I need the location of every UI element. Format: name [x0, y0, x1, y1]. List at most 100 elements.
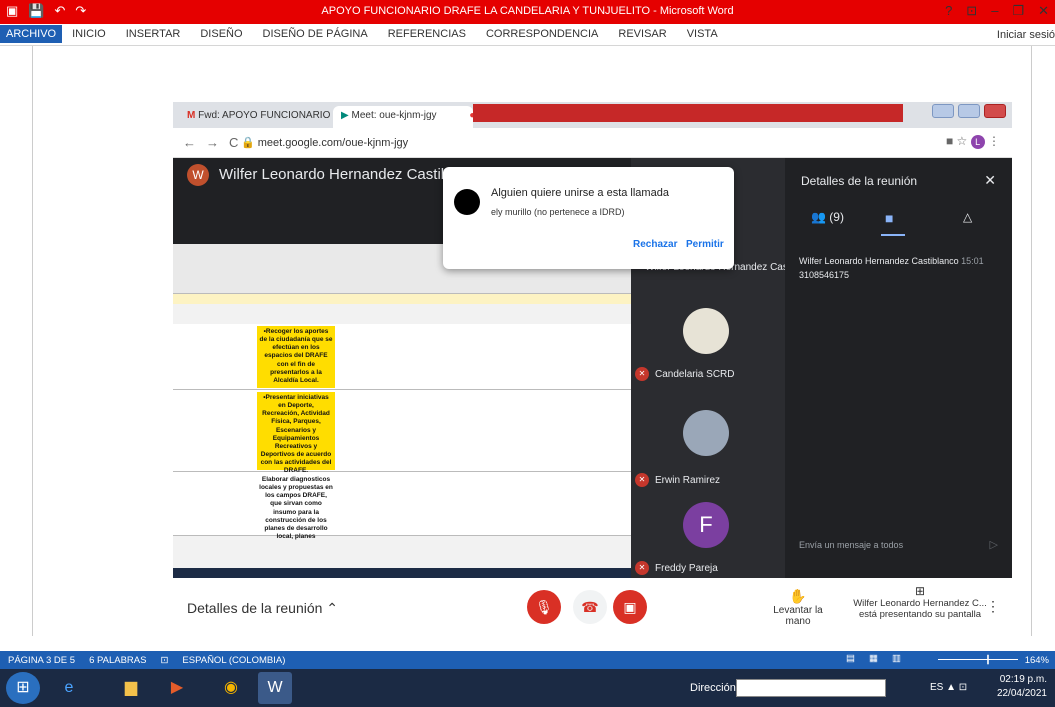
mic-off-icon: ✕	[635, 561, 649, 575]
url-text: meet.google.com/oue-kjnm-jgy	[257, 137, 409, 149]
close-panel-icon[interactable]: ✕	[984, 172, 996, 189]
help-icon[interactable]: ?	[945, 3, 952, 19]
participant-name: Erwin Ramirez	[655, 475, 721, 486]
chrome-icon[interactable]: ◉	[214, 672, 248, 704]
zoom-slider[interactable]	[938, 659, 1018, 660]
address-bar: ←→C 🔒 meet.google.com/oue-kjnm-jgy ■ ☆ L…	[173, 128, 1012, 158]
participant-name: Freddy Pareja	[655, 563, 718, 574]
chat-input[interactable]: Envía un mensaje a todos	[799, 540, 903, 550]
file-explorer-icon[interactable]: ▆	[114, 672, 148, 704]
raise-hand-button[interactable]: ✋ Levantar la mano	[763, 588, 833, 627]
window-controls: ? ⊡ – ❐ ✕	[945, 3, 1049, 19]
input-language: ES	[930, 682, 944, 693]
proofing-icon[interactable]: ⊡	[160, 655, 168, 666]
camera-off-button[interactable]: ▣	[613, 590, 647, 624]
participant-avatar: F	[683, 502, 729, 548]
sign-in-link[interactable]: Iniciar sesió	[997, 29, 1055, 41]
people-icon[interactable]: 👥 (9)	[811, 210, 844, 224]
hang-up-button[interactable]: ☎	[573, 590, 607, 624]
close-icon[interactable]	[984, 104, 1006, 118]
browser-toolbar-icons[interactable]: ■ ☆ L ⋮	[946, 134, 1000, 149]
mic-off-button[interactable]: 🎙	[527, 590, 561, 624]
zoom-thumb[interactable]: ❙	[984, 654, 992, 665]
people-count: (9)	[829, 210, 844, 224]
presenting-indicator[interactable]: ⊞ Wilfer Leonardo Hernandez C... está pres…	[845, 584, 995, 620]
present-screen-icon: ⊞	[914, 584, 926, 598]
participant-tile: F ✕ Freddy Pareja	[631, 494, 785, 578]
clock-date: 22/04/2021	[996, 688, 1047, 699]
tab-correspondencia[interactable]: CORRESPONDENCIA	[476, 28, 608, 43]
more-options-icon[interactable]: ⋮	[986, 598, 1000, 615]
browser-tab-meet[interactable]: ▶ Meet: oue-kjnm-jgy ● ✕	[333, 106, 487, 128]
tab-revisar[interactable]: REVISAR	[608, 28, 676, 43]
participant-avatar	[683, 410, 729, 456]
tab-diseno[interactable]: DISEÑO	[190, 28, 252, 43]
minimize-icon[interactable]: –	[991, 3, 998, 19]
panel-tabs: 👥 (9) ■ △	[801, 210, 1001, 234]
chat-icon[interactable]: ■	[885, 210, 893, 226]
excel-cell: •Presentar iniciativas en Deporte, Recre…	[257, 392, 335, 474]
shared-screen-excel: •Recoger los aportes de la ciudadanía qu…	[173, 244, 631, 568]
clock[interactable]: 02:19 p.m. 22/04/2021	[997, 673, 1047, 701]
excel-row: Elaborar diagnosticos locales y propuest…	[173, 472, 631, 540]
tab-referencias[interactable]: REFERENCIAS	[378, 28, 476, 43]
word-titlebar: ▣ 💾 ↶ ↷ APOYO FUNCIONARIO DRAFE LA CANDE…	[0, 0, 1055, 24]
media-player-icon[interactable]: ▶	[160, 672, 194, 704]
tab-vista[interactable]: VISTA	[677, 28, 728, 43]
gmail-icon: M	[187, 110, 196, 121]
browser-tab-gmail[interactable]: M Fwd: APOYO FUNCIONARIO DR/ ✕	[179, 106, 362, 128]
meeting-details-button[interactable]: Detalles de la reunión ⌃	[187, 600, 338, 617]
windows-taskbar: ⊞ e ▆ ▶ ◉ W Dirección ES ▲ ⊡ 02:19 p.m. 2…	[0, 669, 1055, 707]
send-icon[interactable]: ▷	[990, 538, 998, 551]
activities-icon[interactable]: △	[963, 210, 972, 224]
browser-window-controls	[932, 104, 1006, 118]
meeting-details-label: Detalles de la reunión	[187, 600, 323, 616]
restore-icon[interactable]	[958, 104, 980, 118]
mic-off-icon: ✕	[635, 367, 649, 381]
join-request-dialog: Alguien quiere unirse a esta llamada ely…	[443, 167, 734, 269]
ribbon-options-icon[interactable]: ⊡	[966, 3, 977, 19]
minimize-icon[interactable]	[932, 104, 954, 118]
nav-buttons[interactable]: ←→C	[183, 135, 248, 150]
chat-time: 15:01	[961, 256, 984, 266]
allow-button[interactable]: Permitir	[686, 239, 724, 250]
shared-taskbar	[173, 568, 631, 578]
chat-message: Wilfer Leonardo Hernandez Castiblanco 15…	[799, 254, 999, 282]
reject-button[interactable]: Rechazar	[633, 239, 677, 250]
dialog-title: Alguien quiere unirse a esta llamada	[491, 187, 669, 199]
internet-explorer-icon[interactable]: e	[52, 672, 86, 704]
restore-icon[interactable]: ❐	[1012, 3, 1024, 19]
word-window-behind	[473, 104, 903, 122]
hand-icon: ✋	[789, 588, 807, 604]
excel-cell: •Recoger los aportes de la ciudadanía qu…	[257, 326, 335, 388]
zoom-level[interactable]: 164%	[1025, 655, 1049, 666]
excel-row: •Recoger los aportes de la ciudadanía qu…	[173, 324, 631, 390]
meet-icon: ▶	[341, 110, 349, 121]
system-tray[interactable]: ES ▲ ⊡	[930, 682, 967, 693]
window-title: APOYO FUNCIONARIO DRAFE LA CANDELARIA Y …	[321, 5, 734, 17]
word-taskbar-icon[interactable]: W	[258, 672, 292, 704]
clock-time: 02:19 p.m.	[999, 674, 1047, 685]
word-count[interactable]: 6 PALABRAS	[89, 655, 146, 666]
address-toolbar-input[interactable]	[736, 679, 886, 697]
page-counter[interactable]: PÁGINA 3 DE 5	[8, 655, 75, 666]
tab-diseno-pagina[interactable]: DISEÑO DE PÁGINA	[253, 28, 378, 43]
requester-avatar	[454, 189, 480, 215]
language-indicator[interactable]: ESPAÑOL (COLOMBIA)	[182, 655, 285, 666]
dialog-subtitle: ely murillo (no pertenece a IDRD)	[491, 207, 625, 217]
url-field[interactable]: 🔒 meet.google.com/oue-kjnm-jgy	[241, 136, 408, 149]
tab-archivo[interactable]: ARCHIVO	[0, 25, 63, 43]
start-button-icon[interactable]: ⊞	[6, 672, 40, 704]
meeting-details-panel: Detalles de la reunión ✕ 👥 (9) ■ △ Wilfe…	[785, 158, 1012, 578]
tab-inicio[interactable]: INICIO	[62, 28, 116, 43]
view-buttons[interactable]: ▤▦▥	[846, 653, 915, 664]
participant-avatar	[683, 308, 729, 354]
browser-tabstrip: M Fwd: APOYO FUNCIONARIO DR/ ✕ ▶ Meet: o…	[173, 102, 1012, 128]
excel-row: •Presentar iniciativas en Deporte, Recre…	[173, 390, 631, 474]
address-toolbar-label: Dirección	[690, 682, 736, 694]
raise-hand-label: Levantar la mano	[773, 605, 823, 627]
close-icon[interactable]: ✕	[1038, 3, 1049, 19]
browser-tab-label: Meet: oue-kjnm-jgy	[351, 110, 437, 121]
mic-off-icon: ✕	[635, 473, 649, 487]
tab-insertar[interactable]: INSERTAR	[116, 28, 191, 43]
